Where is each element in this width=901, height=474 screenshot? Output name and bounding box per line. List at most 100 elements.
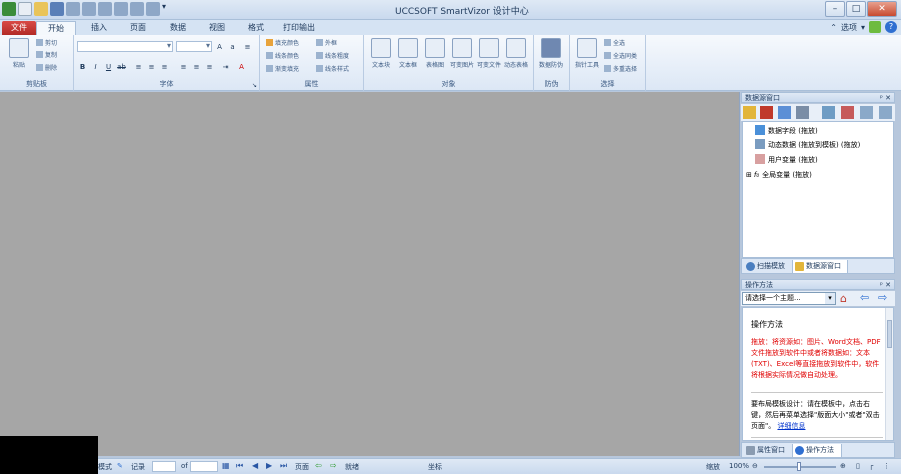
anti-counterfeit-button[interactable]: 数据防伪 (538, 38, 564, 69)
underline-icon[interactable]: U (103, 61, 114, 72)
tab-home[interactable]: 开始 (36, 21, 76, 35)
help-icon[interactable]: ? (885, 21, 897, 33)
font-family-select[interactable] (77, 41, 173, 52)
last-record-icon[interactable]: ⏭ (280, 461, 287, 471)
gradient-fill-button[interactable]: 渐变填充 (266, 65, 299, 74)
options-dropdown-icon[interactable]: ▾ (861, 23, 865, 32)
tree-item-global-variables[interactable]: ⊞ f₀ 全局变量 (拖放) (746, 168, 812, 182)
zoom-out-icon[interactable]: ⊖ (752, 462, 758, 470)
shape-outline-button[interactable]: 外框 (316, 39, 337, 48)
align-center-icon[interactable]: ≡ (146, 61, 157, 72)
copy-button[interactable]: 复制 (36, 51, 57, 60)
tab-howto[interactable]: 操作方法 (792, 444, 842, 458)
font-dialog-launcher-icon[interactable]: ↘ (252, 82, 257, 89)
zoom-slider-thumb[interactable] (797, 462, 801, 471)
close-button[interactable]: ✕ (867, 1, 897, 17)
expand-icon[interactable]: ⊞ (746, 171, 752, 179)
pointer-tool-button[interactable]: 指针工具 (574, 38, 600, 69)
tab-datasource-window[interactable]: 数据源窗口 (792, 260, 848, 274)
valign-top-icon[interactable]: ≡ (178, 61, 189, 72)
line-color-button[interactable]: 线条颜色 (266, 52, 299, 61)
pin-close-icon[interactable]: ᵖ ✕ (880, 280, 891, 291)
howto-scrollbar[interactable] (885, 308, 893, 440)
align-right-icon[interactable]: ≡ (159, 61, 170, 72)
export-icon[interactable] (130, 2, 144, 16)
shrink-font-icon[interactable]: a (227, 41, 238, 52)
tab-print-output[interactable]: 打印输出 (276, 21, 322, 35)
tree-item-data-fields[interactable]: 数据字段 (拖放) (755, 124, 818, 138)
tab-properties-window[interactable]: 属性窗口 (744, 444, 785, 458)
zoom-slider[interactable] (764, 462, 836, 471)
delete-button[interactable]: 删除 (36, 64, 57, 73)
valign-bottom-icon[interactable]: ≡ (204, 61, 215, 72)
tree-item-dynamic-data[interactable]: 动态数据 (拖放到模板) (拖放) (755, 138, 860, 152)
maximize-button[interactable]: □ (846, 1, 866, 17)
sql-icon[interactable] (760, 106, 773, 119)
dynamic-table-button[interactable]: 动态表格 (503, 38, 529, 69)
prev-page-icon[interactable]: ⇦ (315, 461, 322, 470)
grid-icon[interactable]: ⋮ (883, 462, 890, 470)
multi-select-button[interactable]: 多重选择 (604, 65, 637, 74)
text-box-button[interactable]: 文本框 (395, 38, 421, 69)
valign-middle-icon[interactable]: ≡ (191, 61, 202, 72)
line-thickness-button[interactable]: 线条粗度 (316, 52, 349, 61)
open-icon[interactable] (34, 2, 48, 16)
detail-link[interactable]: 详细信息 (777, 422, 805, 430)
first-record-icon[interactable]: ⏮ (236, 461, 243, 471)
next-record-icon[interactable]: ▶ (266, 461, 272, 470)
variable-file-button[interactable]: 可变文件 (476, 38, 502, 69)
select-similar-button[interactable]: 全选同类 (604, 52, 637, 61)
align-left-icon[interactable]: ≡ (133, 61, 144, 72)
back-arrow-icon[interactable]: ⇦ (860, 291, 869, 304)
prev-record-icon[interactable]: ◀ (252, 461, 258, 470)
database-icon[interactable] (743, 106, 756, 119)
tab-data[interactable]: 数据 (158, 21, 198, 35)
settings-icon[interactable] (146, 2, 160, 16)
field-add-icon[interactable] (822, 106, 835, 119)
strikethrough-icon[interactable]: ab (116, 61, 127, 72)
next-page-icon[interactable]: ⇨ (330, 461, 337, 470)
customize-qat-icon[interactable]: ▾ (162, 2, 170, 16)
variable-image-button[interactable]: 可变图片 (449, 38, 475, 69)
fit-page-icon[interactable]: ▯ (856, 462, 860, 470)
tab-page[interactable]: 页面 (118, 21, 158, 35)
topic-select[interactable]: 请选择一个主题... ▾ (742, 292, 836, 305)
calendar-icon[interactable]: ▦ (222, 461, 230, 470)
list-icon[interactable]: ≡ (242, 41, 253, 52)
fill-color-button[interactable]: 填充颜色 (266, 39, 299, 48)
pin-close-icon[interactable]: ᵖ ✕ (880, 93, 891, 104)
tab-scan-zoom[interactable]: 扫描模放 (744, 260, 785, 274)
update-icon[interactable] (869, 21, 881, 33)
cut-button[interactable]: 剪切 (36, 39, 57, 48)
field-refresh-icon[interactable] (879, 106, 892, 119)
options-menu[interactable]: 选项 (841, 22, 857, 33)
font-color-icon[interactable]: A (236, 61, 247, 72)
bold-icon[interactable]: B (77, 61, 88, 72)
collapse-ribbon-icon[interactable]: ⌃ (830, 23, 837, 32)
zoom-in-icon[interactable]: ⊕ (840, 462, 846, 470)
text-block-button[interactable]: 文本块 (368, 38, 394, 69)
forward-arrow-icon[interactable]: ⇨ (878, 291, 887, 304)
print-icon[interactable] (98, 2, 112, 16)
field-edit-icon[interactable] (860, 106, 873, 119)
paste-button[interactable]: 粘贴 (6, 38, 32, 69)
minimize-button[interactable]: – (825, 1, 845, 17)
field-remove-icon[interactable] (841, 106, 854, 119)
tools-icon[interactable] (796, 106, 809, 119)
italic-icon[interactable]: I (90, 61, 101, 72)
line-style-button[interactable]: 线条样式 (316, 65, 349, 74)
record-input[interactable] (152, 461, 176, 472)
filter-icon[interactable] (778, 106, 791, 119)
font-size-select[interactable] (176, 41, 212, 52)
ruler-icon[interactable]: ┌ (869, 462, 873, 470)
new-icon[interactable] (18, 2, 32, 16)
design-canvas[interactable] (0, 92, 740, 456)
chevron-down-icon[interactable]: ▾ (825, 293, 835, 304)
home-icon[interactable]: ⌂ (840, 292, 847, 305)
tree-item-user-variables[interactable]: 用户变量 (拖放) (755, 153, 818, 167)
tab-view[interactable]: 视图 (198, 21, 236, 35)
select-all-button[interactable]: 全选 (604, 39, 625, 48)
tab-file[interactable]: 文件 (2, 21, 36, 35)
tab-format[interactable]: 格式 (236, 21, 276, 35)
preview-icon[interactable] (114, 2, 128, 16)
